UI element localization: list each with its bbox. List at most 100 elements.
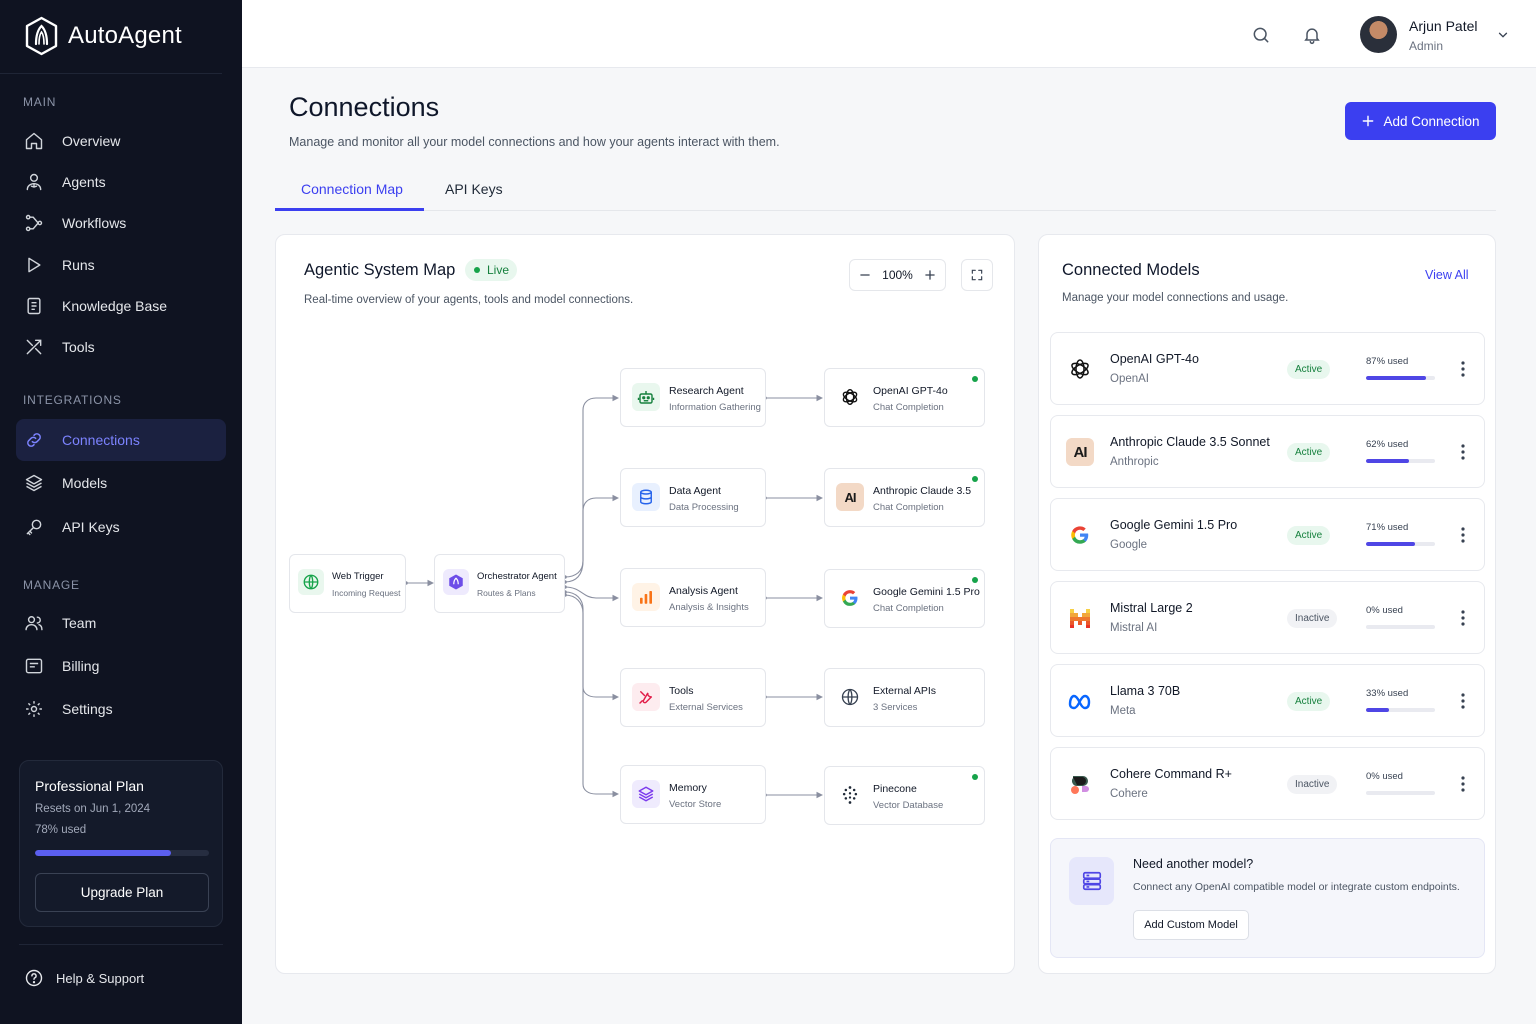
cohere-icon <box>1066 770 1094 798</box>
more-options-icon[interactable] <box>1455 609 1471 627</box>
section-main: MAIN <box>23 95 57 109</box>
sidebar-item-billing[interactable]: Billing <box>16 645 226 687</box>
node-title: Analysis Agent <box>669 585 738 597</box>
sidebar-item-tools[interactable]: Tools <box>16 326 226 368</box>
status-dot <box>972 774 978 780</box>
usage-label: 87% used <box>1366 356 1409 367</box>
usage-bar <box>1366 708 1435 712</box>
tab-api-keys[interactable]: API Keys <box>445 181 503 197</box>
sidebar-item-team[interactable]: Team <box>16 602 226 644</box>
model-row-cohere[interactable]: Cohere Command R+ Cohere Inactive 0% use… <box>1050 747 1485 820</box>
node-data-agent[interactable]: Data Agent Data Processing <box>620 468 766 527</box>
help-icon <box>24 968 44 988</box>
sidebar-item-workflows[interactable]: Workflows <box>16 202 226 244</box>
sidebar-item-label: Models <box>62 475 108 491</box>
sidebar-item-knowledge-base[interactable]: Knowledge Base <box>16 285 226 327</box>
brand[interactable]: AutoAgent <box>24 16 182 56</box>
usage-bar <box>1366 625 1435 629</box>
node-external-apis[interactable]: External APIs 3 Services <box>824 668 985 727</box>
sidebar-item-models[interactable]: Models <box>16 462 226 504</box>
brand-name: AutoAgent <box>68 22 182 49</box>
models-title: Connected Models <box>1062 261 1200 279</box>
sidebar-item-label: Runs <box>62 257 95 273</box>
usage-fill <box>1366 708 1389 712</box>
usage-label: 62% used <box>1366 439 1409 450</box>
node-tools[interactable]: Tools External Services <box>620 668 766 727</box>
node-openai-gpt-4o[interactable]: OpenAI GPT-4o Chat Completion <box>824 368 985 427</box>
sidebar-item-runs[interactable]: Runs <box>16 244 226 286</box>
plan-card: Professional Plan Resets on Jun 1, 2024 … <box>19 760 223 927</box>
node-subtitle: Information Gathering <box>669 402 761 413</box>
more-options-icon[interactable] <box>1455 360 1471 378</box>
sidebar-item-agents[interactable]: Agents <box>16 161 226 203</box>
tabs-divider <box>275 210 1496 211</box>
node-title: Google Gemini 1.5 Pro <box>873 586 980 598</box>
status-dot <box>972 476 978 482</box>
node-google-gemini[interactable]: Google Gemini 1.5 Pro Chat Completion <box>824 569 985 628</box>
node-title: Data Agent <box>669 485 721 497</box>
node-research-agent[interactable]: Research Agent Information Gathering <box>620 368 766 427</box>
status-dot <box>972 376 978 382</box>
billing-icon <box>24 656 44 676</box>
sidebar-item-overview[interactable]: Overview <box>16 120 226 162</box>
sidebar-item-label: Connections <box>62 432 140 448</box>
model-name: Cohere Command R+ <box>1110 767 1232 781</box>
help-support-link[interactable]: Help & Support <box>24 968 144 988</box>
model-name: Mistral Large 2 <box>1110 601 1193 615</box>
node-subtitle: Incoming Request <box>332 588 401 598</box>
model-name: OpenAI GPT-4o <box>1110 352 1199 366</box>
chevron-down-icon[interactable] <box>1496 28 1510 42</box>
openai-icon <box>1066 355 1094 383</box>
usage-bar <box>1366 376 1435 380</box>
search-icon[interactable] <box>1251 25 1271 45</box>
model-name: Llama 3 70B <box>1110 684 1181 698</box>
node-subtitle: External Services <box>669 702 743 713</box>
sidebar-item-api-keys[interactable]: API Keys <box>16 506 226 548</box>
status-badge: Inactive <box>1287 775 1338 794</box>
topbar: Arjun Patel Admin <box>242 0 1536 68</box>
node-subtitle: Vector Store <box>669 799 722 810</box>
node-analysis-agent[interactable]: Analysis Agent Analysis & Insights <box>620 568 766 627</box>
mistral-icon <box>1066 604 1094 632</box>
node-subtitle: Data Processing <box>669 502 739 513</box>
agent-icon <box>24 172 44 192</box>
more-options-icon[interactable] <box>1455 443 1471 461</box>
model-row-google[interactable]: Google Gemini 1.5 Pro Google Active 71% … <box>1050 498 1485 571</box>
node-web-trigger[interactable]: Web Trigger Incoming Request <box>289 554 406 613</box>
avatar[interactable] <box>1360 16 1397 53</box>
view-all-link[interactable]: View All <box>1425 268 1469 282</box>
model-row-llama[interactable]: Llama 3 70B Meta Active 33% used <box>1050 664 1485 737</box>
usage-label: 33% used <box>1366 688 1409 699</box>
sidebar-item-settings[interactable]: Settings <box>16 688 226 730</box>
google-icon <box>1066 521 1094 549</box>
tab-connection-map[interactable]: Connection Map <box>301 181 403 197</box>
status-badge: Active <box>1287 360 1331 379</box>
pinecone-icon <box>836 781 864 809</box>
sidebar-item-label: Workflows <box>62 215 127 231</box>
plan-usage-fill <box>35 850 171 856</box>
google-icon <box>836 584 864 612</box>
add-custom-model-button[interactable]: Add Custom Model <box>1133 910 1249 940</box>
model-row-anthropic[interactable]: AI Anthropic Claude 3.5 Sonnet Anthropic… <box>1050 415 1485 488</box>
model-row-openai[interactable]: OpenAI GPT-4o OpenAI Active 87% used <box>1050 332 1485 405</box>
node-orchestrator-agent[interactable]: Orchestrator Agent Routes & Plans <box>434 554 565 613</box>
upgrade-plan-button[interactable]: Upgrade Plan <box>35 873 209 912</box>
node-title: Memory <box>669 782 707 794</box>
sidebar-item-label: Billing <box>62 658 100 674</box>
sidebar-item-connections[interactable]: Connections <box>16 419 226 461</box>
page-subtitle: Manage and monitor all your model connec… <box>289 135 780 149</box>
node-anthropic-claude[interactable]: AI Anthropic Claude 3.5 Chat Completion <box>824 468 985 527</box>
model-row-mistral[interactable]: Mistral Large 2 Mistral AI Inactive 0% u… <box>1050 581 1485 654</box>
node-memory[interactable]: Memory Vector Store <box>620 765 766 824</box>
add-connection-button[interactable]: Add Connection <box>1345 102 1496 140</box>
more-options-icon[interactable] <box>1455 526 1471 544</box>
plan-title: Professional Plan <box>35 778 144 794</box>
more-options-icon[interactable] <box>1455 692 1471 710</box>
node-pinecone[interactable]: Pinecone Vector Database <box>824 766 985 825</box>
model-provider: Anthropic <box>1110 456 1159 468</box>
more-options-icon[interactable] <box>1455 775 1471 793</box>
node-subtitle: Vector Database <box>873 800 944 811</box>
bell-icon[interactable] <box>1302 25 1322 45</box>
custom-model-panel: Need another model? Connect any OpenAI c… <box>1050 838 1485 958</box>
add-connection-label: Add Connection <box>1383 113 1480 129</box>
